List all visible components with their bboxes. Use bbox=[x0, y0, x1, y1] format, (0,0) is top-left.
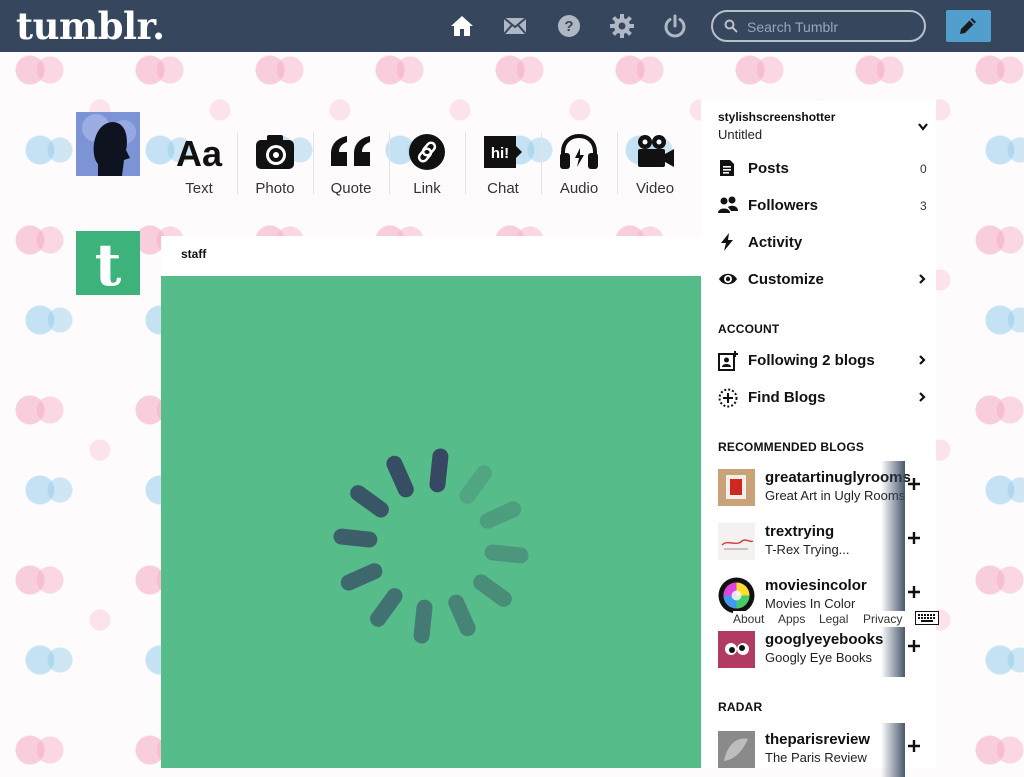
chevron-right-icon bbox=[919, 392, 926, 402]
pencil-icon bbox=[960, 18, 976, 34]
chevron-right-icon bbox=[919, 274, 926, 284]
radar-blog[interactable]: theparisreview The Paris Review bbox=[701, 723, 936, 777]
blog-thumbnail bbox=[718, 731, 755, 768]
sidebar-item-label: Find Blogs bbox=[748, 389, 826, 406]
svg-text:t: t bbox=[95, 231, 122, 295]
post-author[interactable]: staff bbox=[181, 247, 206, 261]
help-icon[interactable]: ? bbox=[557, 14, 581, 38]
document-icon bbox=[720, 160, 734, 176]
blog-thumbnail bbox=[718, 631, 755, 668]
search-box[interactable] bbox=[711, 10, 926, 42]
post-header: staff bbox=[161, 236, 701, 276]
home-icon[interactable] bbox=[450, 14, 474, 38]
sidebar-item-posts[interactable]: Posts 0 bbox=[701, 150, 936, 187]
top-navigation-bar: tumblr. ? bbox=[0, 0, 1024, 52]
silhouette-avatar-icon bbox=[76, 112, 140, 176]
blog-thumbnail bbox=[718, 523, 755, 560]
chat-icon: hi! bbox=[465, 128, 541, 176]
user-avatar[interactable] bbox=[76, 112, 140, 176]
post-type-text[interactable]: Aa Text bbox=[161, 112, 237, 210]
headphones-icon bbox=[541, 128, 617, 176]
recommended-heading: RECOMMENDED BLOGS bbox=[718, 440, 865, 454]
post-media[interactable] bbox=[161, 276, 701, 768]
compose-button[interactable] bbox=[946, 10, 991, 42]
follow-plus-icon[interactable] bbox=[908, 586, 920, 598]
video-camera-icon bbox=[617, 128, 693, 176]
svg-text:?: ? bbox=[564, 18, 573, 35]
posts-count: 0 bbox=[920, 162, 927, 176]
sidebar-item-followers[interactable]: Followers 3 bbox=[701, 187, 936, 224]
link-icon bbox=[389, 128, 465, 176]
post-type-video[interactable]: Video bbox=[617, 112, 693, 210]
camera-icon bbox=[237, 128, 313, 176]
blog-title: Untitled bbox=[718, 127, 763, 142]
blog-name: stylishscreenshotter bbox=[718, 110, 836, 124]
recommended-blog[interactable]: trextrying T-Rex Trying... bbox=[701, 515, 936, 569]
blog-name: theparisreview bbox=[765, 731, 871, 748]
follow-plus-icon[interactable] bbox=[908, 478, 920, 490]
search-icon bbox=[724, 19, 738, 33]
chevron-down-icon[interactable] bbox=[917, 122, 929, 132]
footer-link-privacy[interactable]: Privacy bbox=[863, 612, 902, 626]
sidebar-item-label: Activity bbox=[748, 234, 803, 251]
radar-heading: RADAR bbox=[718, 700, 763, 714]
footer-link-apps[interactable]: Apps bbox=[778, 612, 805, 626]
svg-text:hi!: hi! bbox=[491, 145, 509, 162]
contact-add-icon bbox=[718, 351, 738, 371]
sidebar-item-label: Customize bbox=[748, 271, 824, 288]
blog-description: Movies In Color bbox=[765, 596, 856, 611]
sidebar-item-label: Following 2 blogs bbox=[748, 352, 875, 369]
sidebar-item-following[interactable]: Following 2 blogs bbox=[701, 342, 936, 379]
post-type-audio[interactable]: Audio bbox=[541, 112, 617, 210]
follow-plus-icon[interactable] bbox=[908, 532, 920, 544]
followers-count: 3 bbox=[920, 199, 927, 213]
blog-thumbnail bbox=[718, 469, 755, 506]
sidebar-item-find-blogs[interactable]: Find Blogs bbox=[701, 379, 936, 416]
sidebar-item-customize[interactable]: Customize bbox=[701, 261, 936, 298]
text-icon: Aa bbox=[161, 128, 237, 176]
blog-name: trextrying bbox=[765, 523, 835, 540]
chevron-right-icon bbox=[919, 355, 926, 365]
sidebar-item-label: Followers bbox=[748, 197, 819, 214]
right-sidebar: stylishscreenshotter Untitled Posts 0 Fo… bbox=[701, 100, 936, 777]
footer-links: About Apps Legal Privacy bbox=[733, 611, 911, 627]
people-icon bbox=[718, 196, 738, 213]
tumblr-logo[interactable]: tumblr. bbox=[16, 4, 165, 48]
tumblr-t-icon: t bbox=[95, 231, 122, 299]
post-type-quote[interactable]: Quote bbox=[313, 112, 389, 210]
lightning-icon bbox=[721, 233, 733, 251]
recommended-blog[interactable]: googlyeyebooks Googly Eye Books bbox=[701, 623, 936, 677]
footer-link-about[interactable]: About bbox=[733, 612, 764, 626]
power-icon[interactable] bbox=[663, 14, 687, 38]
post-type-photo[interactable]: Photo bbox=[237, 112, 313, 210]
blog-name: googlyeyebooks bbox=[765, 631, 884, 648]
search-input[interactable] bbox=[745, 16, 919, 38]
keyboard-icon[interactable] bbox=[915, 611, 939, 625]
footer-link-legal[interactable]: Legal bbox=[819, 612, 848, 626]
svg-text:Aa: Aa bbox=[176, 133, 223, 172]
mail-icon[interactable] bbox=[503, 14, 527, 38]
blog-name: moviesincolor bbox=[765, 577, 867, 594]
eye-icon bbox=[719, 273, 737, 285]
blog-description: The Paris Review bbox=[765, 750, 867, 765]
loading-spinner-icon bbox=[333, 448, 529, 644]
quote-icon bbox=[313, 128, 389, 176]
recommended-blog[interactable]: greatartinuglyrooms Great Art in Ugly Ro… bbox=[701, 461, 936, 515]
staff-avatar[interactable]: t bbox=[76, 231, 140, 299]
sidebar-item-activity[interactable]: Activity bbox=[701, 224, 936, 261]
account-heading: ACCOUNT bbox=[718, 322, 780, 336]
post-type-bar: Aa Text Photo Quote Link hi! Chat Audio … bbox=[161, 112, 701, 210]
blog-thumbnail bbox=[718, 577, 755, 614]
sidebar-item-label: Posts bbox=[748, 160, 789, 177]
post-type-chat[interactable]: hi! Chat bbox=[465, 112, 541, 210]
follow-plus-icon[interactable] bbox=[908, 740, 920, 752]
blog-description: T-Rex Trying... bbox=[765, 542, 850, 557]
compass-icon bbox=[718, 388, 738, 408]
post-type-link[interactable]: Link bbox=[389, 112, 465, 210]
blog-switcher[interactable]: stylishscreenshotter Untitled bbox=[718, 110, 835, 142]
blog-description: Googly Eye Books bbox=[765, 650, 872, 665]
gear-icon[interactable] bbox=[610, 14, 634, 38]
follow-plus-icon[interactable] bbox=[908, 640, 920, 652]
